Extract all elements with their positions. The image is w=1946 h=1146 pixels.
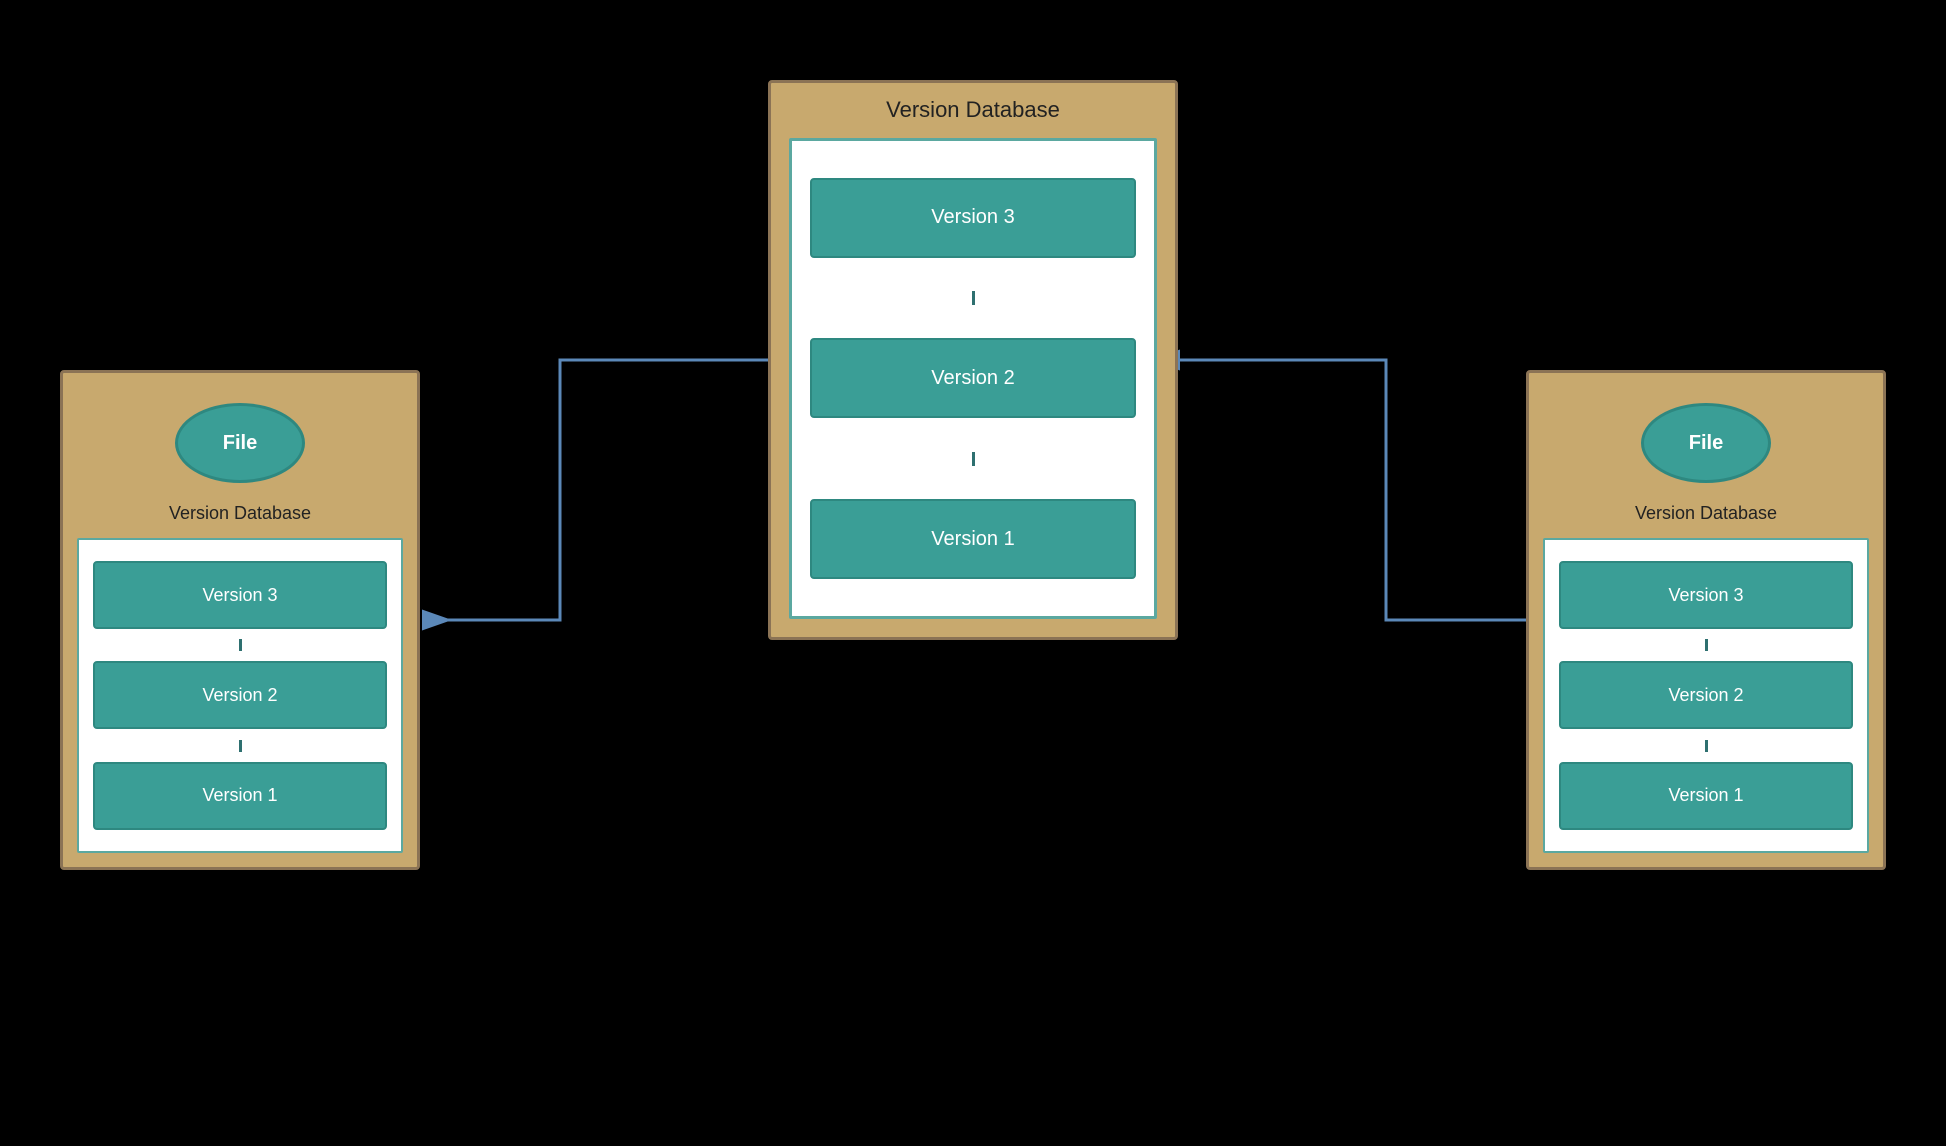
center-db-box: Version Database Version 3 Version 2 Ver… [768, 80, 1178, 640]
left-version-1: Version 1 [93, 762, 387, 830]
right-db-inner: Version 3 Version 2 Version 1 [1543, 538, 1869, 853]
right-file-oval: File [1641, 403, 1771, 483]
left-connector-3-2 [239, 639, 242, 651]
left-version-3: Version 3 [93, 561, 387, 629]
right-db-label: Version Database [1529, 503, 1883, 524]
left-version-2: Version 2 [93, 661, 387, 729]
diagram-container: Version Database Version 3 Version 2 Ver… [0, 0, 1946, 1146]
center-version-2: Version 2 [810, 338, 1136, 418]
right-version-2: Version 2 [1559, 661, 1853, 729]
right-connector-3-2 [1705, 639, 1708, 651]
left-db-label: Version Database [63, 503, 417, 524]
right-version-3: Version 3 [1559, 561, 1853, 629]
center-db-label: Version Database [771, 97, 1175, 123]
center-connector-2-1 [972, 452, 975, 466]
left-db-box: File Version Database Version 3 Version … [60, 370, 420, 870]
right-connector-2-1 [1705, 740, 1708, 752]
arrow-center-to-left [422, 360, 768, 620]
center-version-1: Version 1 [810, 499, 1136, 579]
right-version-1: Version 1 [1559, 762, 1853, 830]
center-version-3: Version 3 [810, 178, 1136, 258]
left-file-label: File [223, 432, 257, 455]
center-db-inner: Version 3 Version 2 Version 1 [789, 138, 1157, 619]
left-file-oval: File [175, 403, 305, 483]
left-db-inner: Version 3 Version 2 Version 1 [77, 538, 403, 853]
right-file-label: File [1689, 432, 1723, 455]
center-connector-3-2 [972, 291, 975, 305]
arrow-right-to-center [1180, 360, 1526, 620]
left-connector-2-1 [239, 740, 242, 752]
right-db-box: File Version Database Version 3 Version … [1526, 370, 1886, 870]
